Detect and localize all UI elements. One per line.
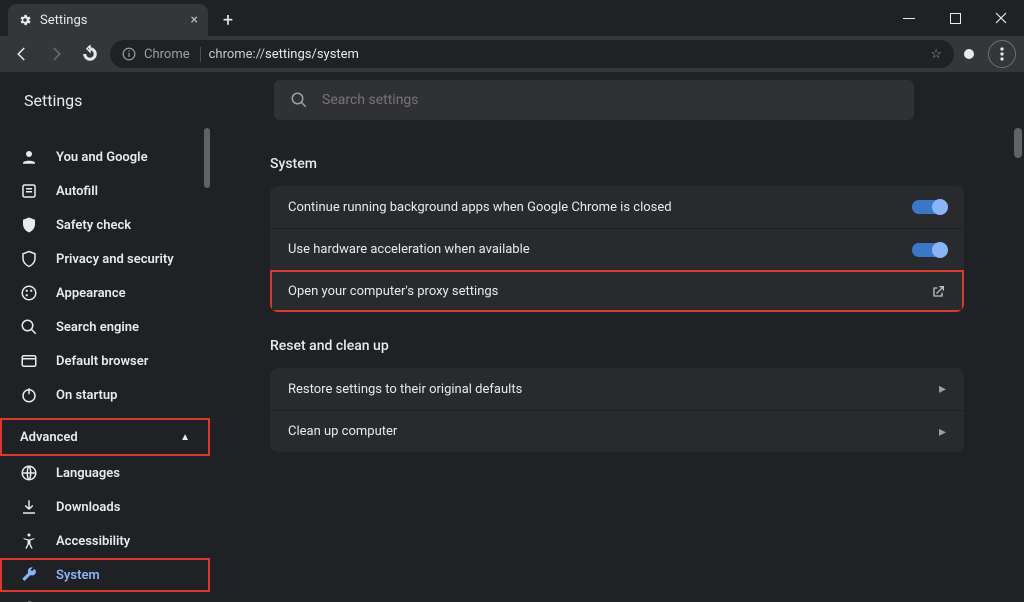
section-title-system: System	[270, 156, 964, 172]
search-settings-box[interactable]	[274, 80, 914, 120]
chevron-up-icon: ▲	[180, 432, 190, 443]
globe-icon	[20, 464, 38, 482]
browser-menu-button[interactable]	[988, 40, 1016, 68]
sidebar-item-label: System	[56, 568, 100, 583]
sidebar-item-downloads[interactable]: Downloads	[0, 490, 210, 524]
person-icon	[20, 148, 38, 166]
toggle-switch[interactable]	[912, 200, 946, 214]
settings-header: Settings	[0, 72, 1024, 128]
row-restore-defaults[interactable]: Restore settings to their original defau…	[270, 368, 964, 410]
search-icon	[20, 318, 38, 336]
download-icon	[20, 498, 38, 516]
reload-button[interactable]	[76, 40, 104, 68]
sidebar-item-label: Accessibility	[56, 534, 130, 549]
palette-icon	[20, 284, 38, 302]
new-tab-button[interactable]: +	[214, 6, 242, 34]
url-scheme-label: Chrome	[144, 47, 201, 62]
sidebar-item-label: Safety check	[56, 218, 131, 233]
sidebar-item-accessibility[interactable]: Accessibility	[0, 524, 210, 558]
address-bar: Chrome chrome://settings/system ☆	[0, 36, 1024, 72]
sidebar-item-appearance[interactable]: Appearance	[0, 276, 210, 310]
page-title: Settings	[24, 91, 210, 110]
row-proxy-settings[interactable]: Open your computer's proxy settings	[270, 270, 964, 312]
close-tab-icon[interactable]: ×	[191, 12, 198, 28]
gear-icon	[18, 13, 32, 27]
accessibility-icon	[20, 532, 38, 550]
sidebar-item-on-startup[interactable]: On startup	[0, 378, 210, 412]
sidebar-item-system[interactable]: System	[0, 558, 210, 592]
profile-indicator-icon[interactable]	[964, 49, 974, 59]
omnibox[interactable]: Chrome chrome://settings/system ☆	[110, 40, 954, 68]
sidebar-item-safety-check[interactable]: Safety check	[0, 208, 210, 242]
row-label: Restore settings to their original defau…	[288, 382, 522, 397]
external-link-icon	[930, 284, 946, 300]
sidebar-item-label: Autofill	[56, 184, 98, 199]
site-info-icon[interactable]	[122, 47, 136, 61]
back-button[interactable]	[8, 40, 36, 68]
wrench-icon	[20, 566, 38, 584]
sidebar-item-search-engine[interactable]: Search engine	[0, 310, 210, 344]
shield-icon	[20, 250, 38, 268]
sidebar-item-you-and-google[interactable]: You and Google	[0, 140, 210, 174]
close-window-button[interactable]	[978, 0, 1024, 36]
settings-main-panel: System Continue running background apps …	[210, 128, 1024, 602]
window-controls	[886, 0, 1024, 36]
sidebar-item-label: Default browser	[56, 354, 148, 369]
url-text: chrome://settings/system	[209, 47, 359, 62]
row-background-apps[interactable]: Continue running background apps when Go…	[270, 186, 964, 228]
sidebar-item-languages[interactable]: Languages	[0, 456, 210, 490]
chevron-right-icon: ▸	[939, 424, 946, 440]
search-settings-input[interactable]	[322, 92, 898, 108]
sidebar-section-label: Advanced	[20, 430, 78, 445]
forward-button[interactable]	[42, 40, 70, 68]
sidebar-item-label: Privacy and security	[56, 252, 174, 267]
row-clean-up-computer[interactable]: Clean up computer ▸	[270, 410, 964, 452]
settings-sidebar: You and Google Autofill Safety check Pri…	[0, 128, 210, 602]
maximize-button[interactable]	[932, 0, 978, 36]
shield-check-icon	[20, 216, 38, 234]
sidebar-item-privacy[interactable]: Privacy and security	[0, 242, 210, 276]
row-label: Open your computer's proxy settings	[288, 284, 498, 299]
sidebar-item-label: You and Google	[56, 150, 148, 165]
section-title-reset: Reset and clean up	[270, 338, 964, 354]
row-label: Use hardware acceleration when available	[288, 242, 530, 257]
row-label: Clean up computer	[288, 424, 397, 439]
sidebar-item-reset[interactable]: Reset and clean up	[0, 592, 210, 602]
row-hardware-accel[interactable]: Use hardware acceleration when available	[270, 228, 964, 270]
browser-tab[interactable]: Settings ×	[8, 4, 208, 36]
system-card: Continue running background apps when Go…	[270, 186, 964, 312]
sidebar-item-label: On startup	[56, 388, 117, 403]
sidebar-item-label: Languages	[56, 466, 120, 481]
power-icon	[20, 386, 38, 404]
title-bar: Settings × +	[0, 0, 1024, 36]
chevron-right-icon: ▸	[939, 381, 946, 397]
sidebar-item-default-browser[interactable]: Default browser	[0, 344, 210, 378]
sidebar-item-label: Downloads	[56, 500, 120, 515]
sidebar-item-label: Search engine	[56, 320, 139, 335]
sidebar-item-autofill[interactable]: Autofill	[0, 174, 210, 208]
minimize-button[interactable]	[886, 0, 932, 36]
sidebar-section-advanced[interactable]: Advanced ▲	[0, 418, 210, 456]
row-label: Continue running background apps when Go…	[288, 200, 672, 215]
search-icon	[290, 91, 308, 109]
toggle-switch[interactable]	[912, 243, 946, 257]
browser-icon	[20, 352, 38, 370]
bookmark-star-icon[interactable]: ☆	[930, 47, 942, 62]
autofill-icon	[20, 182, 38, 200]
sidebar-item-label: Appearance	[56, 286, 126, 301]
reset-card: Restore settings to their original defau…	[270, 368, 964, 452]
tab-title: Settings	[40, 13, 87, 28]
